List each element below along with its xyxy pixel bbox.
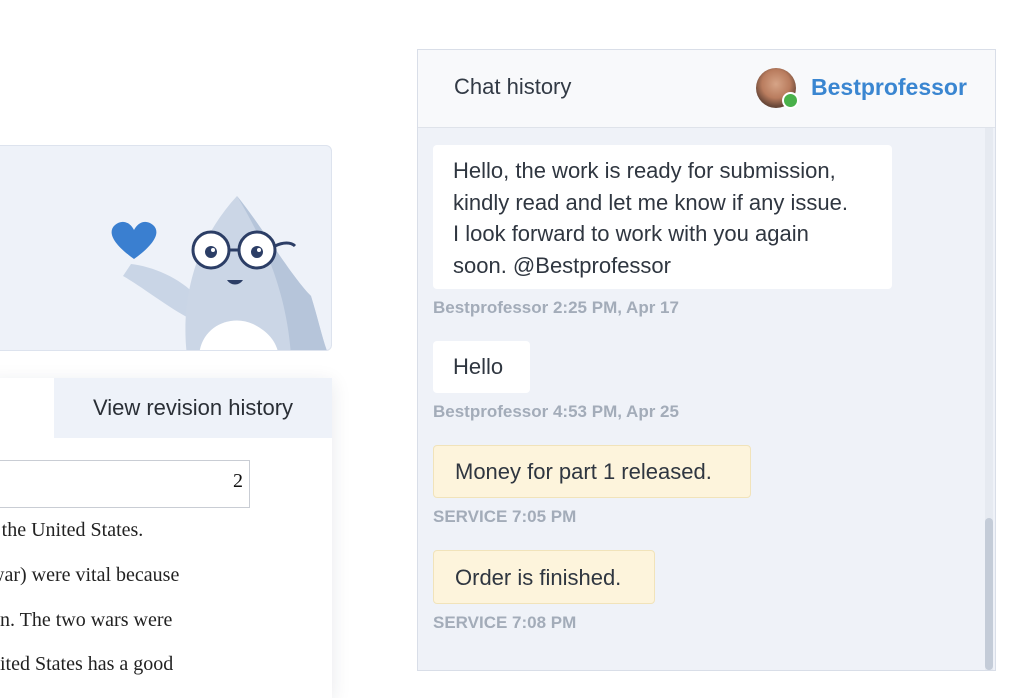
service-message: Order is finished. [433,550,655,604]
heart-icon [111,221,157,259]
agent-name-link[interactable]: Bestprofessor [811,74,967,101]
chat-message: Hello, the work is ready for submission,… [433,145,892,289]
document-text-line: nited States has a good [0,653,174,675]
document-text-line: on. The two wars were [0,609,173,631]
message-meta: SERVICE 7:08 PM [433,613,577,632]
service-message: Money for part 1 released. [433,445,751,498]
chat-history-panel: Chat history Bestprofessor Hello, the wo… [417,49,996,671]
mascot-illustration [111,196,327,350]
document-text-line: war) were vital because [0,564,180,586]
page-number: 2 [233,470,243,492]
chat-message: Hello [433,341,530,393]
scrollbar-thumb[interactable] [985,518,993,670]
chat-title: Chat history [454,74,572,99]
avatar[interactable] [756,68,799,109]
message-meta: Bestprofessor 2:25 PM, Apr 17 [433,298,679,317]
online-status-icon [782,92,799,109]
message-meta: Bestprofessor 4:53 PM, Apr 25 [433,402,679,421]
view-revision-history-button[interactable]: View revision history [54,378,332,438]
mascot-illustration-card [0,145,332,351]
chat-header: Chat history Bestprofessor [418,50,995,128]
document-page-header: 2 [0,460,250,508]
document-text-line: f the United States. [0,519,144,541]
document-panel: View revision history 2 f the United Sta… [0,378,332,698]
message-meta: SERVICE 7:05 PM [433,507,577,526]
